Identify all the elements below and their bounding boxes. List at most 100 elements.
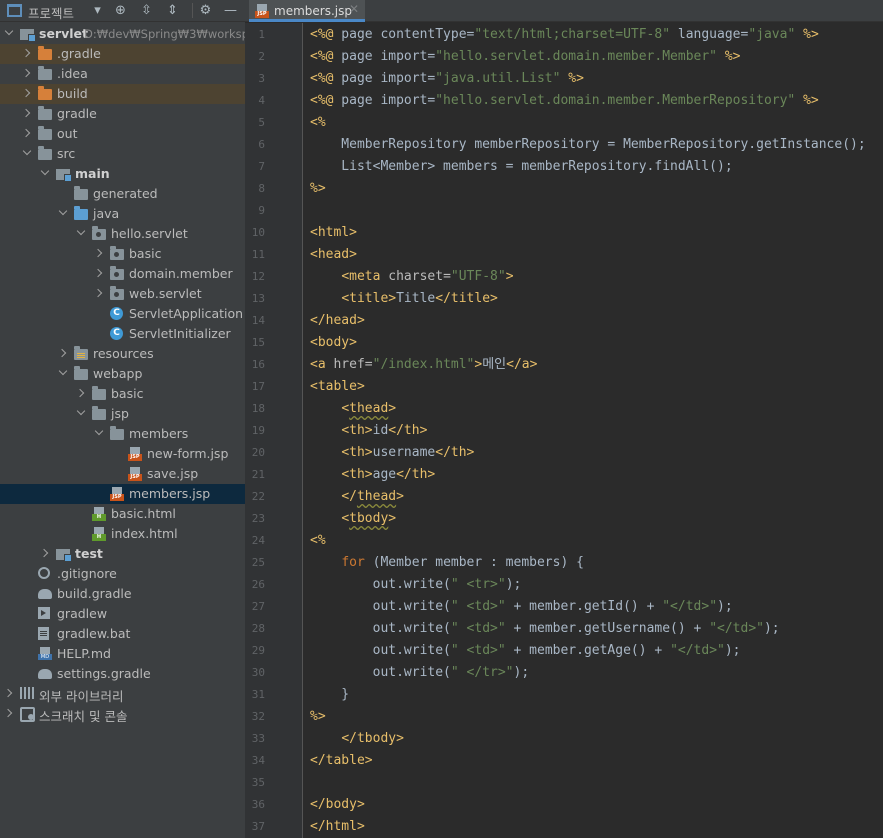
locate-file-icon[interactable]: ⊕ xyxy=(112,2,129,19)
code-line[interactable]: </body> xyxy=(310,794,365,816)
chevron-down-icon[interactable] xyxy=(22,148,32,158)
tree-item[interactable]: web.servlet xyxy=(0,284,245,304)
code-line[interactable]: <% xyxy=(310,112,326,134)
chevron-down-icon[interactable] xyxy=(40,168,50,178)
code-line[interactable]: <th>username</th> xyxy=(310,442,474,464)
tree-item[interactable]: hello.servlet xyxy=(0,224,245,244)
chevron-down-icon[interactable] xyxy=(76,228,86,238)
tree-item[interactable]: build xyxy=(0,84,245,104)
code-line[interactable]: <body> xyxy=(310,332,357,354)
tree-item[interactable]: 스크래치 및 콘솔 xyxy=(0,704,245,724)
code-line[interactable]: <html> xyxy=(310,222,357,244)
chevron-down-icon[interactable] xyxy=(58,368,68,378)
code-line[interactable]: </thead> xyxy=(310,486,404,508)
chevron-right-icon[interactable] xyxy=(94,288,104,298)
chevron-right-icon[interactable] xyxy=(58,348,68,358)
tree-item[interactable]: generated xyxy=(0,184,245,204)
tree-item[interactable]: webapp xyxy=(0,364,245,384)
code-line[interactable]: <% xyxy=(310,530,326,552)
tree-item[interactable]: gradlew xyxy=(0,604,245,624)
chevron-right-icon[interactable] xyxy=(4,708,14,718)
tree-item[interactable]: gradle xyxy=(0,104,245,124)
chevron-down-icon[interactable] xyxy=(58,208,68,218)
project-pane-title[interactable]: 프로젝트 xyxy=(28,3,74,22)
tree-item[interactable]: resources xyxy=(0,344,245,364)
tree-item[interactable]: .gradle xyxy=(0,44,245,64)
tree-root-servlet[interactable]: servlet D:₩dev₩Spring₩3₩workspace xyxy=(0,24,245,44)
code-line[interactable]: <table> xyxy=(310,376,365,398)
code-line[interactable]: </head> xyxy=(310,310,365,332)
project-pane-icon[interactable] xyxy=(7,4,22,17)
code-line[interactable]: <%@ page import="java.util.List" %> xyxy=(310,68,584,90)
code-line[interactable]: <%@ page contentType="text/html;charset=… xyxy=(310,24,819,46)
chevron-right-icon[interactable] xyxy=(76,388,86,398)
tree-item[interactable]: JSP members.jsp xyxy=(0,484,245,504)
chevron-right-icon[interactable] xyxy=(94,268,104,278)
tree-item[interactable]: .idea xyxy=(0,64,245,84)
code-line[interactable]: <tbody> xyxy=(310,508,396,530)
code-editor[interactable]: <%@ page contentType="text/html;charset=… xyxy=(310,23,883,838)
tree-item[interactable]: MD HELP.md xyxy=(0,644,245,664)
chevron-right-icon[interactable] xyxy=(22,88,32,98)
code-line[interactable]: </html> xyxy=(310,816,365,838)
code-line[interactable]: <meta charset="UTF-8"> xyxy=(310,266,513,288)
code-line[interactable]: <title>Title</title> xyxy=(310,288,498,310)
tree-item[interactable]: basic xyxy=(0,384,245,404)
hide-pane-icon[interactable]: — xyxy=(222,2,239,19)
tree-item[interactable]: src xyxy=(0,144,245,164)
code-line[interactable]: <head> xyxy=(310,244,357,266)
code-line[interactable]: out.write(" <td>" + member.getAge() + "<… xyxy=(310,640,741,662)
tree-item[interactable]: basic xyxy=(0,244,245,264)
code-line[interactable]: <th>age</th> xyxy=(310,464,435,486)
chevron-right-icon[interactable] xyxy=(22,48,32,58)
tree-item[interactable]: C ServletApplication xyxy=(0,304,245,324)
tree-item[interactable]: C ServletInitializer xyxy=(0,324,245,344)
code-line[interactable]: </table> xyxy=(310,750,373,772)
code-line[interactable]: } xyxy=(310,684,349,706)
chevron-right-icon[interactable] xyxy=(22,128,32,138)
tree-item[interactable]: settings.gradle xyxy=(0,664,245,684)
tree-item[interactable]: Hbasic.html xyxy=(0,504,245,524)
gear-icon[interactable]: ⚙ xyxy=(197,2,214,19)
code-line[interactable]: out.write(" </tr>"); xyxy=(310,662,530,684)
tree-item[interactable]: Hindex.html xyxy=(0,524,245,544)
tree-item[interactable]: out xyxy=(0,124,245,144)
tree-item[interactable]: java xyxy=(0,204,245,224)
tree-item[interactable]: .gitignore xyxy=(0,564,245,584)
tree-item[interactable]: domain.member xyxy=(0,264,245,284)
tree-item[interactable]: test xyxy=(0,544,245,564)
tree-item[interactable]: gradlew.bat xyxy=(0,624,245,644)
tree-item[interactable]: build.gradle xyxy=(0,584,245,604)
tree-item[interactable]: JSP new-form.jsp xyxy=(0,444,245,464)
code-line[interactable]: <th>id</th> xyxy=(310,420,427,442)
tab-members-jsp[interactable]: JSP members.jsp ✕ xyxy=(249,0,365,22)
chevron-down-icon[interactable] xyxy=(94,428,104,438)
tree-item[interactable]: main xyxy=(0,164,245,184)
code-line[interactable]: <a href="/index.html">메인</a> xyxy=(310,354,537,376)
code-line[interactable]: %> xyxy=(310,178,326,200)
chevron-right-icon[interactable] xyxy=(22,68,32,78)
tree-item[interactable]: 외부 라이브러리 xyxy=(0,684,245,704)
code-line[interactable]: <thead> xyxy=(310,398,396,420)
chevron-down-icon[interactable] xyxy=(76,408,86,418)
tree-item[interactable]: jsp xyxy=(0,404,245,424)
tree-item[interactable]: JSP save.jsp xyxy=(0,464,245,484)
code-line[interactable]: MemberRepository memberRepository = Memb… xyxy=(310,134,865,156)
chevron-right-icon[interactable] xyxy=(4,688,14,698)
chevron-down-icon[interactable] xyxy=(4,28,14,38)
code-line[interactable]: </tbody> xyxy=(310,728,404,750)
code-line[interactable]: List<Member> members = memberRepository.… xyxy=(310,156,732,178)
expand-all-icon[interactable]: ⇳ xyxy=(138,2,155,19)
code-line[interactable]: for (Member member : members) { xyxy=(310,552,584,574)
chevron-right-icon[interactable] xyxy=(94,248,104,258)
view-dropdown-chevron-icon[interactable]: ▾ xyxy=(89,2,106,19)
chevron-right-icon[interactable] xyxy=(22,108,32,118)
close-icon[interactable]: ✕ xyxy=(349,2,359,16)
code-line[interactable]: out.write(" <tr>"); xyxy=(310,574,522,596)
code-line[interactable]: %> xyxy=(310,706,326,728)
collapse-all-icon[interactable]: ⇕ xyxy=(164,2,181,19)
code-line[interactable]: out.write(" <td>" + member.getId() + "</… xyxy=(310,596,733,618)
code-line[interactable]: out.write(" <td>" + member.getUsername()… xyxy=(310,618,780,640)
chevron-right-icon[interactable] xyxy=(40,548,50,558)
tree-item[interactable]: members xyxy=(0,424,245,444)
